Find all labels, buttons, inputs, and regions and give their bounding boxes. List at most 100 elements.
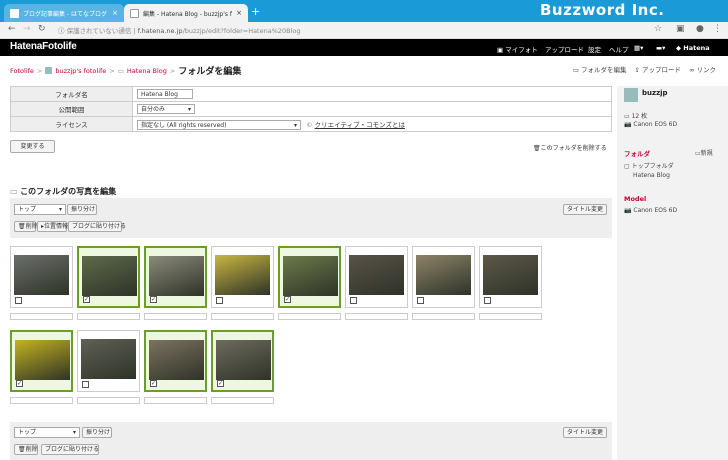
photo-title-field[interactable] <box>144 397 207 404</box>
delete-folder-link[interactable]: 🗑このフォルダを削除する <box>533 143 607 152</box>
photo-title-field[interactable] <box>10 397 73 404</box>
close-icon[interactable]: × <box>112 9 118 17</box>
sidebar-item-label: トップフォルダ <box>631 163 674 170</box>
forward-icon[interactable]: → <box>23 24 31 34</box>
photo-thumbnail[interactable] <box>82 256 137 296</box>
url-field[interactable]: ⓘ 保護されていない通信 | f.hatena.ne.jp/buzzjp/edi… <box>58 25 301 35</box>
edit-folder-link[interactable]: ▭ フォルダを編集 <box>573 64 627 74</box>
photo-tile[interactable] <box>345 246 408 308</box>
breadcrumb-root[interactable]: Fotolife <box>10 67 34 75</box>
photo-thumbnail[interactable] <box>416 255 471 295</box>
photo-checkbox[interactable]: ✓ <box>284 296 291 303</box>
notification-icon[interactable]: ▬▾ <box>656 44 665 52</box>
photo-title-field[interactable] <box>345 313 408 320</box>
photo-tile[interactable]: ✓ <box>77 246 140 308</box>
photo-thumbnail[interactable] <box>149 340 204 380</box>
new-tab-icon[interactable]: + <box>251 5 260 18</box>
photo-thumbnail[interactable] <box>149 256 204 296</box>
photo-tile[interactable]: ✓ <box>211 330 274 392</box>
apps-icon[interactable]: ▦▾ <box>634 44 643 52</box>
photo-thumbnail[interactable] <box>215 255 270 295</box>
help-link[interactable]: ヘルプ <box>609 44 629 54</box>
photo-checkbox[interactable]: ✓ <box>217 380 224 387</box>
browser-tab-2[interactable]: 編集 - Hatena Blog - buzzjp's fot × <box>124 4 248 22</box>
change-button[interactable]: 変更する <box>10 140 55 153</box>
model-heading: Model <box>624 195 647 203</box>
photo-thumbnail[interactable] <box>14 255 69 295</box>
reload-icon[interactable]: ↻ <box>38 24 46 34</box>
location-button[interactable]: ▸位置情報 <box>37 221 68 232</box>
folder-select[interactable]: トップ ▾ <box>14 204 66 215</box>
photo-thumbnail[interactable] <box>349 255 404 295</box>
photo-checkbox[interactable] <box>15 297 22 304</box>
photo-checkbox[interactable]: ✓ <box>16 380 23 387</box>
photo-checkbox[interactable]: ✓ <box>150 296 157 303</box>
site-logo[interactable]: HatenaFotolife <box>10 41 77 52</box>
photo-tile[interactable]: ✓ <box>144 246 207 308</box>
browser-tab-1[interactable]: ブログ記事編集 - はてなブログ × <box>4 4 124 22</box>
photo-checkbox[interactable] <box>417 297 424 304</box>
blog-paste-button[interactable]: ブログに貼り付ける <box>68 221 126 232</box>
sidebar-username[interactable]: buzzjp <box>642 89 668 97</box>
photo-title-field[interactable] <box>211 397 274 404</box>
move-button-bottom[interactable]: 振り分け <box>82 427 112 438</box>
scope-select[interactable]: 自分のみ ▾ <box>137 104 195 114</box>
hatena-link[interactable]: ◆ Hatena <box>676 44 710 52</box>
settings-link[interactable]: 設定 <box>588 44 601 54</box>
photo-thumbnail[interactable] <box>81 339 136 379</box>
upload-menu-link[interactable]: アップロード <box>545 44 584 54</box>
photo-title-field[interactable] <box>77 397 140 404</box>
blog-paste-button-bottom[interactable]: ブログに貼り付ける <box>41 444 99 455</box>
photo-tile[interactable] <box>479 246 542 308</box>
photo-title-field[interactable] <box>144 313 207 320</box>
title-change-button-bottom[interactable]: タイトル変更 <box>563 427 607 438</box>
my-photo-link[interactable]: ▣ マイフォト <box>497 44 538 54</box>
photo-thumbnail[interactable] <box>483 255 538 295</box>
license-select[interactable]: 指定なし (All rights reserved) ▾ <box>137 119 301 130</box>
photo-title-field[interactable] <box>77 313 140 320</box>
photo-checkbox[interactable]: ✓ <box>83 296 90 303</box>
photo-tile[interactable]: ✓ <box>10 330 73 392</box>
photo-tile[interactable] <box>77 330 140 392</box>
photo-title-field[interactable] <box>479 313 542 320</box>
photo-tile[interactable]: ✓ <box>278 246 341 308</box>
delete-button-bottom[interactable]: 🗑削除 <box>14 444 38 455</box>
new-folder-link[interactable]: ▭新規 <box>695 148 713 157</box>
photo-title-field[interactable] <box>10 313 73 320</box>
delete-button[interactable]: 🗑削除 <box>14 221 38 232</box>
photo-title-field[interactable] <box>412 313 475 320</box>
cc-link[interactable]: クリエイティブ・コモンズとは <box>315 121 405 129</box>
photo-thumbnail[interactable] <box>15 340 70 380</box>
title-change-button[interactable]: タイトル変更 <box>563 204 607 215</box>
link-link[interactable]: ∞ リンク <box>689 64 716 74</box>
photo-checkbox[interactable] <box>82 381 89 388</box>
folder-select-bottom[interactable]: トップ ▾ <box>14 427 80 438</box>
folder-name-input[interactable]: Hatena Blog <box>137 89 193 99</box>
sidebar-item-hatena-blog[interactable]: Hatena Blog <box>633 172 670 179</box>
photo-checkbox[interactable]: ✓ <box>150 380 157 387</box>
back-icon[interactable]: ← <box>8 24 16 34</box>
photo-title-field[interactable] <box>278 313 341 320</box>
sidebar-item-camera[interactable]: 📷 Canon EOS 6D <box>624 207 677 214</box>
photo-title-field[interactable] <box>211 313 274 320</box>
photo-tile[interactable] <box>211 246 274 308</box>
upload-link[interactable]: ⇪ アップロード <box>635 64 682 74</box>
profile-icon[interactable]: ● <box>696 24 704 34</box>
avatar[interactable] <box>624 88 638 102</box>
close-icon[interactable]: × <box>236 9 242 17</box>
photo-tile[interactable] <box>412 246 475 308</box>
breadcrumb-folder[interactable]: Hatena Blog <box>127 67 167 75</box>
bookmark-star-icon[interactable]: ☆ <box>654 24 662 34</box>
photo-checkbox[interactable] <box>216 297 223 304</box>
photo-thumbnail[interactable] <box>216 340 271 380</box>
breadcrumb-user[interactable]: buzzjp's fotolife <box>55 67 106 75</box>
menu-icon[interactable]: ⋮ <box>713 24 722 34</box>
sidebar-item-top-folder[interactable]: ▢ トップフォルダ <box>624 161 674 170</box>
photo-thumbnail[interactable] <box>283 256 338 296</box>
extension-icon[interactable]: ▣ <box>676 24 685 34</box>
photo-tile[interactable] <box>10 246 73 308</box>
photo-checkbox[interactable] <box>350 297 357 304</box>
move-button[interactable]: 振り分け <box>67 204 97 215</box>
photo-tile[interactable]: ✓ <box>144 330 207 392</box>
photo-checkbox[interactable] <box>484 297 491 304</box>
